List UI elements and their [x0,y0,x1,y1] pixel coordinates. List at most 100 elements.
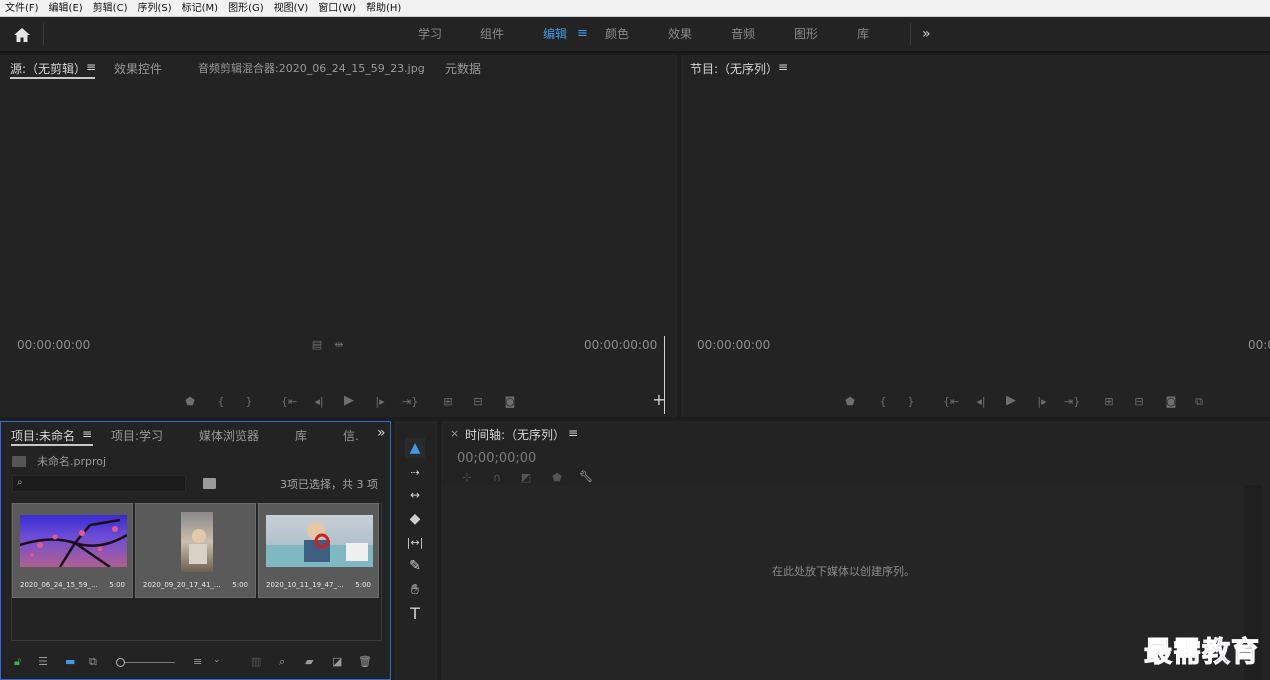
workspace-tab-audio[interactable]: 音频 [731,17,755,51]
new-item-icon[interactable]: ◪ [332,655,342,668]
timeline-menu-icon[interactable]: ≡ [568,426,578,440]
step-forward-icon[interactable]: |▸ [372,395,388,409]
tab-project-learn[interactable]: 项目:学习 [111,427,163,444]
workspace-tab-graphics[interactable]: 图形 [794,17,818,51]
freeform-view-icon[interactable]: ⧉ [89,655,97,669]
project-menu-icon[interactable]: ≡ [82,427,92,441]
project-search-input[interactable]: ⌕ [12,475,186,492]
ripple-edit-tool-icon[interactable]: ↔ [405,485,425,505]
go-to-out-icon[interactable]: ⇥} [1064,395,1080,409]
track-select-tool-icon[interactable]: ⇢ [405,462,425,482]
add-marker-icon[interactable]: ⬟ [842,395,858,409]
pen-tool-icon[interactable]: ✎ [405,556,425,576]
zoom-slider-track[interactable] [125,662,175,663]
menu-item[interactable]: 序列(S) [132,0,176,17]
clip-duration: 5:00 [109,581,125,589]
source-menu-icon[interactable]: ≡ [86,60,96,74]
menu-item[interactable]: 文件(F) [0,0,44,17]
automate-to-sequence-icon[interactable]: ▥ [251,655,261,668]
add-marker-icon[interactable]: ⬟ [549,471,565,485]
mark-in-icon[interactable]: { [213,395,229,409]
close-icon[interactable]: × [450,427,459,440]
menu-item[interactable]: 图形(G) [223,0,269,17]
snap-icon[interactable]: ∩ [489,471,505,485]
sort-icon[interactable]: ≡ [193,655,202,668]
source-timecode-current[interactable]: 00:00:00:00 [17,338,90,352]
slip-tool-icon[interactable]: |↔| [405,532,425,552]
tab-info[interactable]: 信. [343,427,359,444]
workspace-tab-assembly[interactable]: 组件 [480,17,504,51]
menu-item[interactable]: 剪辑(C) [88,0,133,17]
project-file-name: 未命名.prproj [37,455,107,468]
nest-icon[interactable]: ⊹ [459,471,475,485]
extract-icon[interactable]: ⊟ [1131,395,1147,409]
project-item[interactable]: 2020_09_20_17_41_... 5:00 [135,503,256,598]
find-icon[interactable]: ⌕ [279,655,285,669]
menu-item[interactable]: 帮助(H) [361,0,406,17]
step-back-icon[interactable]: ◂| [311,395,327,409]
button-editor-icon[interactable]: + [651,392,667,408]
program-menu-icon[interactable]: ≡ [778,60,788,74]
workspace-more-icon[interactable]: » [922,17,931,51]
lock-icon[interactable]: 🔓︎ [14,655,21,669]
export-frame-icon[interactable]: ◙ [502,395,518,409]
menu-item[interactable]: 编辑(E) [44,0,88,17]
workspace-menu-icon[interactable]: ≡ [577,17,588,51]
program-timecode-current[interactable]: 00:00:00:00 [697,338,770,352]
insert-icon[interactable]: ⊞ [440,395,456,409]
find-bin-icon[interactable] [203,478,216,489]
play-icon[interactable]: ▶ [341,394,357,408]
razor-tool-icon[interactable]: ◆ [405,509,425,529]
list-view-icon[interactable]: ☰ [38,655,48,668]
tab-project-untitled[interactable]: 项目:未命名 [11,427,75,444]
go-to-out-icon[interactable]: ⇥} [402,395,418,409]
trash-icon[interactable]: 🗑︎ [358,655,372,668]
timeline-track-area[interactable] [441,485,1244,680]
step-back-icon[interactable]: ◂| [973,395,989,409]
tab-program[interactable]: 节目:（无序列） [690,60,778,77]
project-item[interactable]: 2020_10_11_19_47_... 5:00 [258,503,379,598]
hand-tool-icon[interactable]: ✋︎ [405,580,425,600]
drag-audio-icon[interactable]: ⇹ [331,338,347,352]
tab-media-browser[interactable]: 媒体浏览器 [199,427,259,444]
selection-tool-icon[interactable]: ▲ [405,438,425,458]
chevron-down-icon[interactable]: ⌄ [213,655,221,665]
tab-metadata[interactable]: 元数据 [445,60,481,77]
zoom-slider-handle[interactable] [116,658,125,667]
project-item[interactable]: 2020_06_24_15_59_... 5:00 [12,503,133,598]
tab-effect-controls[interactable]: 效果控件 [114,60,162,77]
menu-item[interactable]: 标记(M) [177,0,223,17]
mark-in-icon[interactable]: { [875,395,891,409]
go-to-in-icon[interactable]: {⇤ [943,395,959,409]
workspace-tab-libraries[interactable]: 库 [857,17,869,51]
drag-video-icon[interactable]: ▤ [309,338,325,352]
workspace-tab-effects[interactable]: 效果 [668,17,692,51]
add-marker-icon[interactable]: ⬟ [182,395,198,409]
mark-out-icon[interactable]: } [241,395,257,409]
workspace-tab-learn[interactable]: 学习 [418,17,442,51]
wrench-icon[interactable]: 🔧︎ [578,470,594,484]
lift-icon[interactable]: ⊞ [1101,395,1117,409]
more-panels-icon[interactable]: » [377,425,386,441]
mark-out-icon[interactable]: } [903,395,919,409]
workspace-tab-color[interactable]: 颜色 [605,17,629,51]
type-tool-icon[interactable]: T [405,603,425,623]
home-icon[interactable] [10,25,34,45]
tab-audio-clip-mixer[interactable]: 音频剪辑混合器:2020_06_24_15_59_23.jpg [198,60,425,76]
timeline-timecode[interactable]: 00;00;00;00 [457,451,536,466]
linked-selection-icon[interactable]: ◩ [518,471,534,485]
step-forward-icon[interactable]: |▸ [1034,395,1050,409]
tab-source[interactable]: 源:（无剪辑） [10,60,86,77]
menu-item[interactable]: 窗口(W) [313,0,361,17]
workspace-tab-editing[interactable]: 编辑 [543,17,567,51]
icon-view-icon[interactable]: ▬ [65,655,75,668]
comparison-view-icon[interactable]: ⧉ [1191,395,1207,409]
play-icon[interactable]: ▶ [1003,394,1019,408]
tab-libraries[interactable]: 库 [295,427,307,444]
overwrite-icon[interactable]: ⊟ [470,395,486,409]
tab-timeline[interactable]: 时间轴:（无序列） [465,426,565,443]
export-frame-icon[interactable]: ◙ [1163,395,1179,409]
menu-item[interactable]: 视图(V) [269,0,314,17]
new-bin-icon[interactable]: ▰ [305,655,313,668]
go-to-in-icon[interactable]: {⇤ [281,395,297,409]
